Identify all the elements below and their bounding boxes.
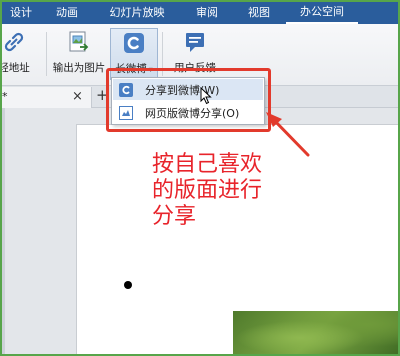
document-tab[interactable]: * ×: [0, 87, 92, 108]
tab-animation[interactable]: 动画: [42, 0, 92, 24]
pointer-arrow-icon: [266, 112, 310, 157]
short-link-button[interactable]: 轻地址: [0, 28, 36, 80]
tab-view[interactable]: 视图: [232, 0, 286, 24]
slide-photo[interactable]: [233, 311, 400, 356]
close-icon[interactable]: ×: [72, 89, 83, 104]
weibo-icon: [124, 33, 144, 53]
left-panel-edge: [0, 108, 5, 356]
document-tab-name: *: [2, 90, 8, 103]
menu-bar: 设计 动画 幻灯片放映 审阅 视图 办公空间: [0, 0, 400, 24]
export-image-label: 输出为图片: [52, 62, 106, 74]
annotation-line: 按自己喜欢: [152, 152, 263, 177]
short-link-label: 轻地址: [0, 62, 30, 74]
highlight-box: [106, 68, 271, 132]
annotation-text: 按自己喜欢 的版面进行 分享: [152, 152, 262, 230]
tab-slideshow[interactable]: 幻灯片放映: [92, 0, 182, 24]
bullet-dot: [124, 281, 132, 289]
link-icon: [4, 32, 24, 52]
ribbon-separator: [46, 32, 47, 76]
feedback-icon: [186, 33, 204, 52]
export-image-button[interactable]: 输出为图片: [51, 28, 107, 80]
annotation-line: 的版面进行: [152, 178, 263, 203]
tab-review[interactable]: 审阅: [182, 0, 232, 24]
export-image-icon: [69, 31, 89, 52]
tab-office-space[interactable]: 办公空间: [286, 0, 358, 24]
annotation-line: 分享: [152, 204, 197, 229]
tab-design[interactable]: 设计: [0, 0, 42, 24]
